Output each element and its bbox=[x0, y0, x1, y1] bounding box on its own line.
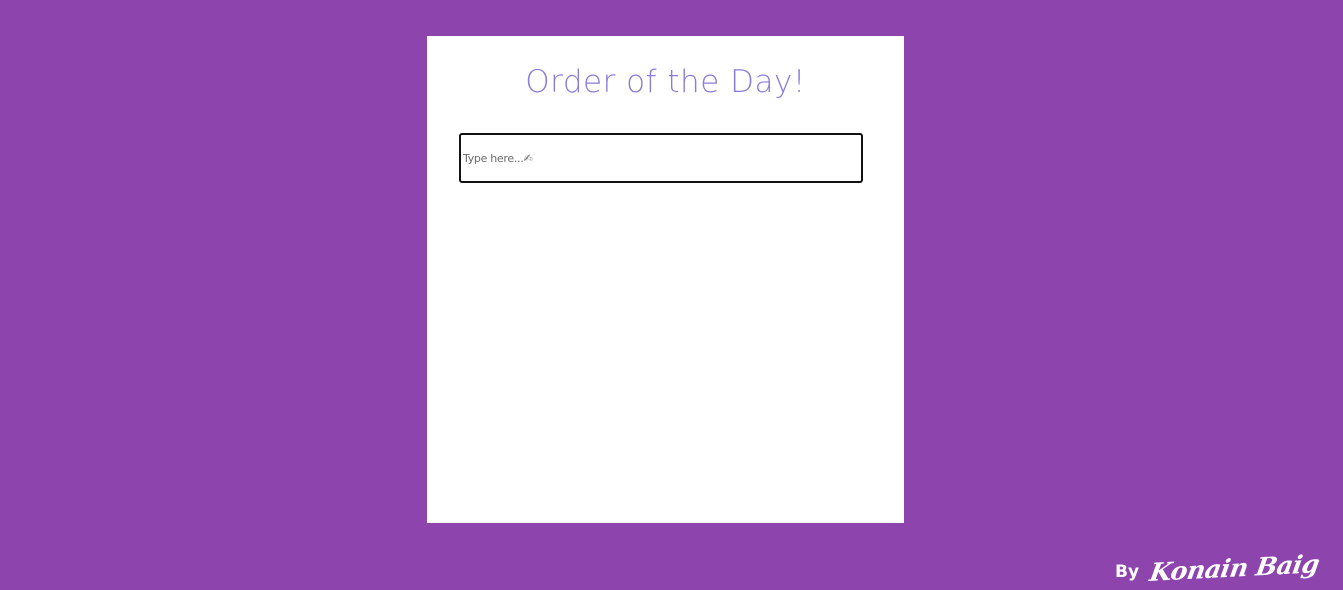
page-title: Order of the Day! bbox=[525, 64, 806, 100]
todo-input[interactable] bbox=[459, 133, 863, 183]
todo-card: Order of the Day! bbox=[427, 36, 904, 523]
credit-by-label: By bbox=[1115, 562, 1140, 582]
author-credit: By Konain Baig bbox=[1115, 549, 1321, 587]
author-signature: Konain Baig bbox=[1147, 549, 1322, 587]
